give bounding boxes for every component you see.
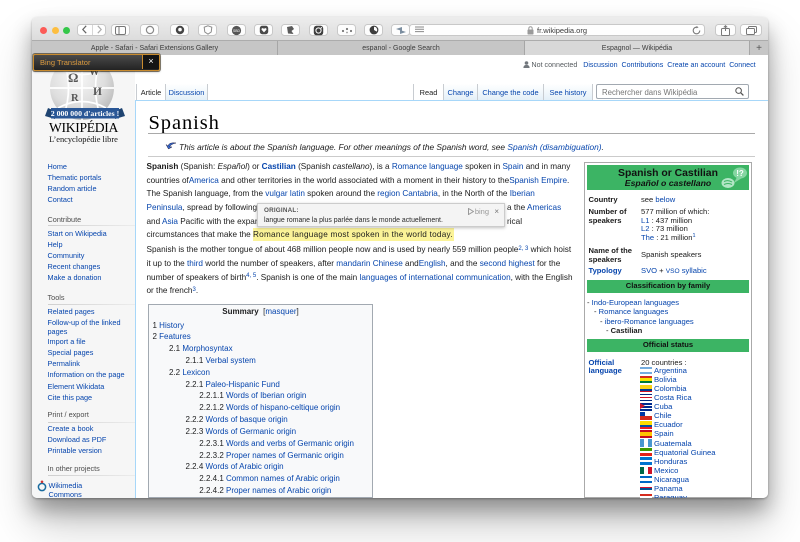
- svg-text:SBD: SBD: [233, 29, 241, 33]
- svg-text:2 000 000 d'articles !: 2 000 000 d'articles !: [51, 109, 119, 118]
- svg-text:Ω: Ω: [68, 70, 78, 85]
- svg-text:И: И: [93, 86, 102, 98]
- svg-text:R: R: [71, 93, 79, 104]
- svg-text:!?: !?: [736, 169, 744, 178]
